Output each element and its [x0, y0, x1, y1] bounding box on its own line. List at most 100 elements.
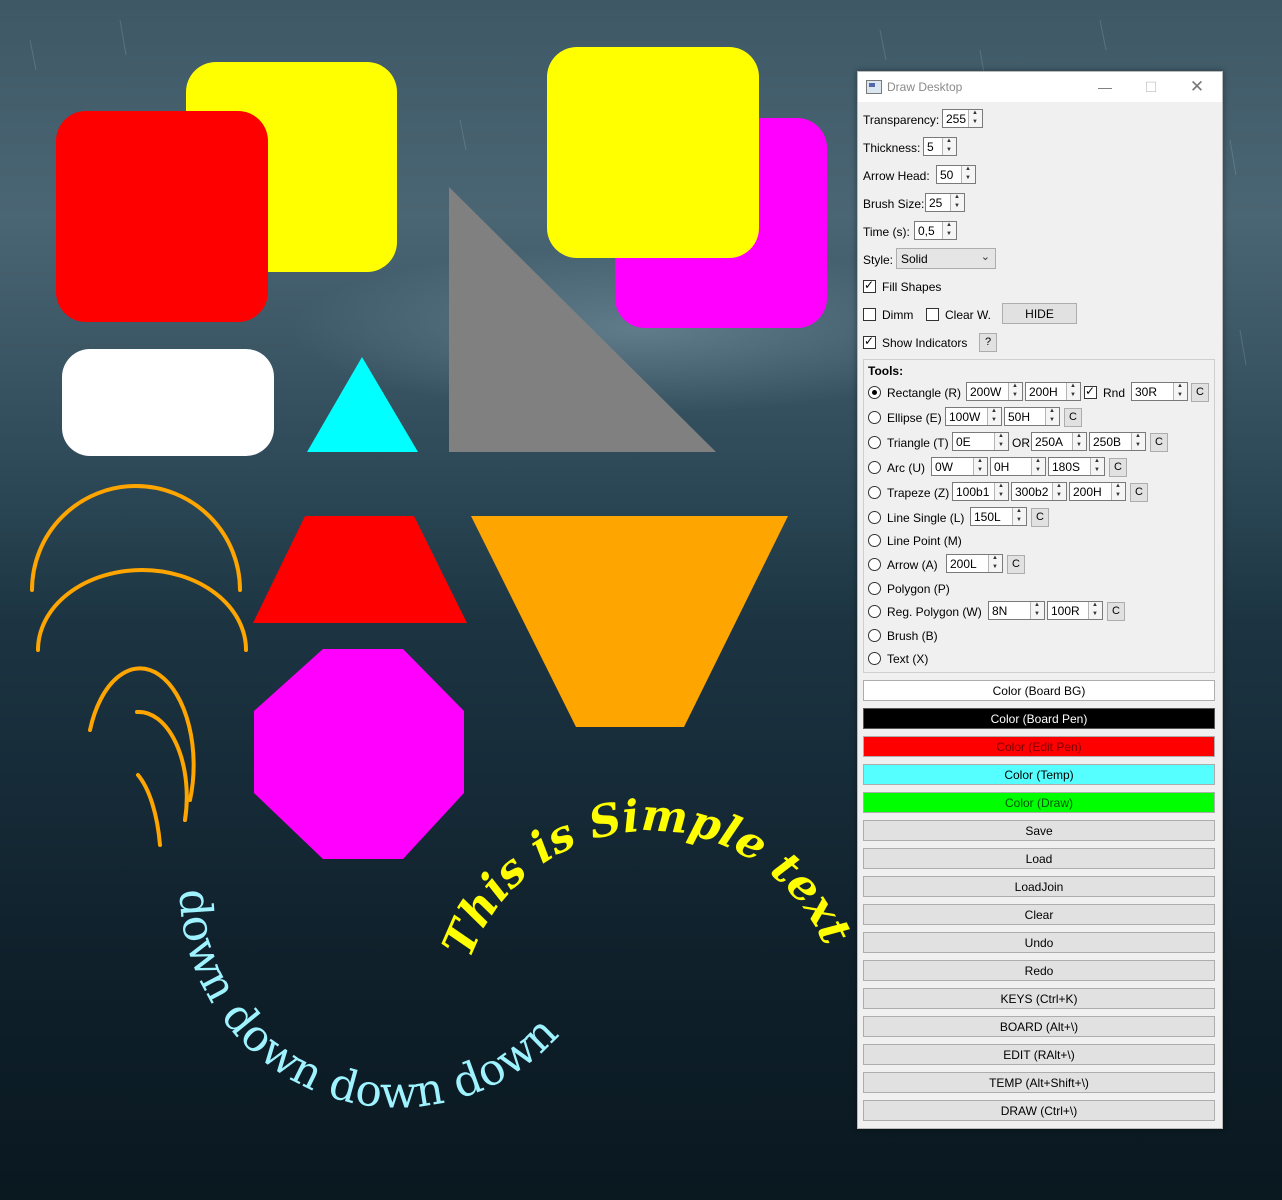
minimize-icon[interactable]: — — [1082, 72, 1128, 102]
orange-arc-1 — [30, 484, 242, 592]
maximize-icon[interactable]: ☐ — [1128, 72, 1174, 102]
hide-button[interactable]: HIDE — [1002, 303, 1077, 324]
edit-button[interactable]: EDIT (RAlt+\) — [863, 1044, 1215, 1065]
reg-polygon-label: Reg. Polygon (W) — [887, 605, 982, 619]
app-icon — [866, 80, 882, 94]
arrow-radio[interactable] — [868, 558, 881, 571]
polygon-radio[interactable] — [868, 582, 881, 595]
dimm-label: Dimm — [882, 308, 914, 322]
arrow-head-stepper[interactable]: 50 — [936, 165, 976, 184]
ellipse-radio[interactable] — [868, 411, 881, 424]
triangle-radio[interactable] — [868, 436, 881, 449]
triangle-e-stepper[interactable]: 0E — [952, 432, 1009, 451]
reg-polygon-c-button[interactable]: C — [1107, 602, 1125, 621]
redo-button[interactable]: Redo — [863, 960, 1215, 981]
arc-width-stepper[interactable]: 0W — [931, 457, 988, 476]
trapeze-height-stepper[interactable]: 200H — [1069, 482, 1126, 501]
white-rounded-rect — [62, 349, 274, 456]
close-icon[interactable]: ✕ — [1174, 72, 1220, 102]
loadjoin-button[interactable]: LoadJoin — [863, 876, 1215, 897]
reg-polygon-radio[interactable] — [868, 605, 881, 618]
arc-radio[interactable] — [868, 461, 881, 474]
rnd-checkbox[interactable] — [1084, 384, 1097, 399]
rectangle-radius-stepper[interactable]: 30R — [1131, 382, 1188, 401]
color-draw-button[interactable]: Color (Draw) — [863, 792, 1215, 813]
line-single-radio[interactable] — [868, 511, 881, 524]
triangle-b-stepper[interactable]: 250B — [1089, 432, 1146, 451]
line-single-c-button[interactable]: C — [1031, 508, 1049, 527]
window-title: Draw Desktop — [887, 80, 963, 94]
arrow-c-button[interactable]: C — [1007, 555, 1025, 574]
color-board-pen-button[interactable]: Color (Board Pen) — [863, 708, 1215, 729]
rectangle-c-button[interactable]: C — [1191, 383, 1209, 402]
ellipse-width-stepper[interactable]: 100W — [945, 407, 1002, 426]
trapeze-b1-stepper[interactable]: 100b1 — [952, 482, 1009, 501]
load-button[interactable]: Load — [863, 848, 1215, 869]
draw-button[interactable]: DRAW (Ctrl+\) — [863, 1100, 1215, 1121]
trapeze-label: Trapeze (Z) — [887, 486, 950, 500]
curved-cyan-text: down down down down — [169, 887, 568, 1118]
line-single-label: Line Single (L) — [887, 511, 965, 525]
desktop-canvas[interactable]: This is Simple text down down down down … — [0, 0, 1282, 1200]
reg-polygon-radius-stepper[interactable]: 100R — [1047, 601, 1103, 620]
color-temp-button[interactable]: Color (Temp) — [863, 764, 1215, 785]
transparency-label: Transparency: — [863, 113, 940, 127]
text-radio[interactable] — [868, 652, 881, 665]
rectangle-width-stepper[interactable]: 200W — [966, 382, 1023, 401]
line-point-label: Line Point (M) — [887, 534, 962, 548]
clear-w-checkbox[interactable] — [926, 308, 939, 321]
arc-height-stepper[interactable]: 0H — [990, 457, 1046, 476]
tools-title: Tools: — [868, 364, 904, 378]
arc-span-stepper[interactable]: 180S — [1048, 457, 1105, 476]
save-button[interactable]: Save — [863, 820, 1215, 841]
help-button[interactable]: ? — [979, 333, 997, 352]
rectangle-height-stepper[interactable]: 200H — [1025, 382, 1081, 401]
line-point-radio[interactable] — [868, 534, 881, 547]
rectangle-label: Rectangle (R) — [887, 386, 962, 400]
arrow-length-stepper[interactable]: 200L — [946, 554, 1003, 573]
trapeze-b2-stepper[interactable]: 300b2 — [1011, 482, 1067, 501]
clear-w-label: Clear W. — [945, 308, 992, 322]
triangle-label: Triangle (T) — [887, 436, 949, 450]
temp-button[interactable]: TEMP (Alt+Shift+\) — [863, 1072, 1215, 1093]
keys-button[interactable]: KEYS (Ctrl+K) — [863, 988, 1215, 1009]
board-button[interactable]: BOARD (Alt+\) — [863, 1016, 1215, 1037]
brush-radio[interactable] — [868, 629, 881, 642]
style-dropdown[interactable]: Solid ⌄ — [896, 248, 996, 269]
chevron-down-icon: ⌄ — [980, 251, 990, 263]
curved-yellow-text: This is Simple text — [433, 790, 862, 964]
red-trapeze — [253, 516, 467, 623]
fill-shapes-checkbox[interactable] — [863, 278, 876, 293]
reg-polygon-n-stepper[interactable]: 8N — [988, 601, 1045, 620]
arc-c-button[interactable]: C — [1109, 458, 1127, 477]
trapeze-radio[interactable] — [868, 486, 881, 499]
color-board-bg-button[interactable]: Color (Board BG) — [863, 680, 1215, 701]
thickness-label: Thickness: — [863, 141, 921, 155]
thickness-stepper[interactable]: 5 — [923, 137, 957, 156]
show-indicators-checkbox[interactable] — [863, 334, 876, 349]
line-single-length-stepper[interactable]: 150L — [970, 507, 1027, 526]
undo-button[interactable]: Undo — [863, 932, 1215, 953]
dimm-checkbox[interactable] — [863, 308, 876, 321]
trapeze-c-button[interactable]: C — [1130, 483, 1148, 502]
text-tool-label: Text (X) — [887, 652, 929, 666]
brush-size-stepper[interactable]: 25 — [925, 193, 965, 212]
cyan-triangle — [307, 357, 418, 452]
rectangle-radio[interactable] — [868, 386, 881, 399]
style-label: Style: — [863, 253, 894, 267]
transparency-stepper[interactable]: 255 — [942, 109, 983, 128]
show-indicators-label: Show Indicators — [882, 336, 968, 350]
ellipse-height-stepper[interactable]: 50H — [1004, 407, 1060, 426]
brush-size-label: Brush Size: — [863, 197, 925, 211]
arc-label: Arc (U) — [887, 461, 925, 475]
time-stepper[interactable]: 0,5 — [914, 221, 957, 240]
color-edit-pen-button[interactable]: Color (Edit Pen) — [863, 736, 1215, 757]
ellipse-c-button[interactable]: C — [1064, 408, 1082, 427]
title-bar[interactable]: Draw Desktop — ☐ ✕ — [858, 72, 1222, 102]
or-label: OR — [1012, 436, 1030, 450]
orange-inverted-trapeze — [471, 516, 788, 727]
triangle-c-button[interactable]: C — [1150, 433, 1168, 452]
clear-button[interactable]: Clear — [863, 904, 1215, 925]
draw-desktop-window: Draw Desktop — ☐ ✕ Transparency: 255 Thi… — [857, 71, 1223, 1129]
triangle-a-stepper[interactable]: 250A — [1031, 432, 1087, 451]
